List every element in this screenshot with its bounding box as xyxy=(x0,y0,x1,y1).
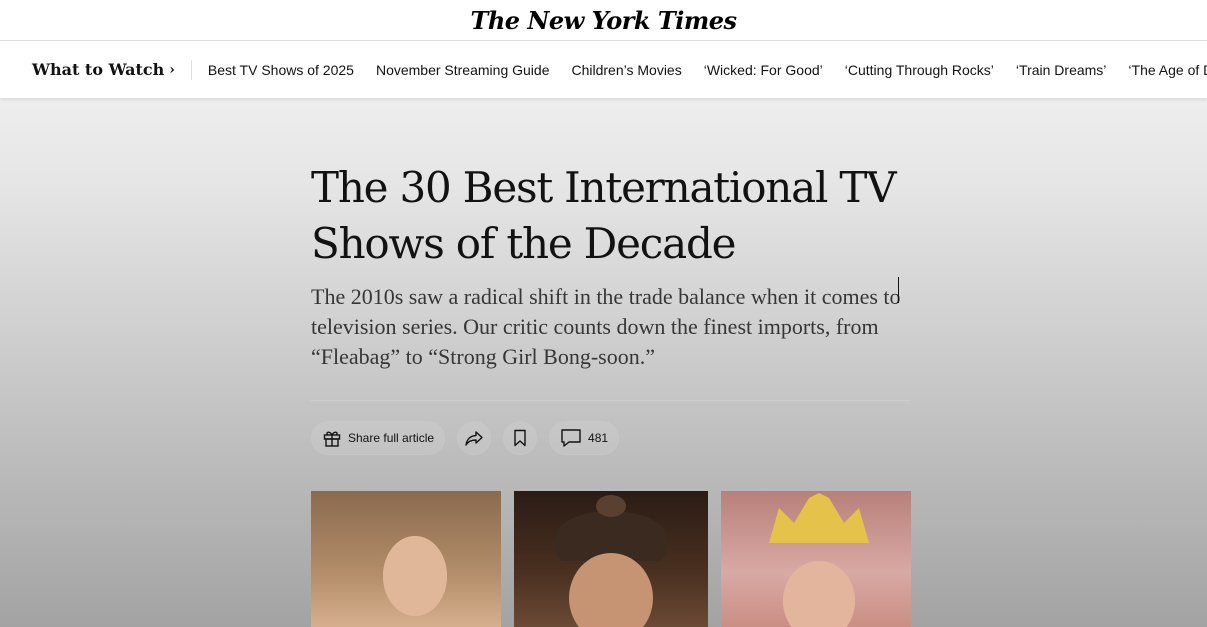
subnav-link-november-streaming[interactable]: November Streaming Guide xyxy=(376,62,550,78)
lead-image-historical-drama xyxy=(514,491,708,627)
share-arrow-icon xyxy=(464,429,484,447)
subnav-link-cutting-through-rocks[interactable]: ‘Cutting Through Rocks’ xyxy=(845,62,994,78)
subnav-link-childrens-movies[interactable]: Children’s Movies xyxy=(571,62,681,78)
nyt-logo[interactable]: The New York Times xyxy=(471,6,738,35)
share-full-article-label: Share full article xyxy=(348,431,435,445)
subnav-link-age-of-disclosure[interactable]: ‘The Age of Disclosure’ xyxy=(1128,62,1207,78)
share-button[interactable] xyxy=(457,421,492,455)
subnav-link-wicked[interactable]: ‘Wicked: For Good’ xyxy=(704,62,823,78)
what-to-watch-link[interactable]: What to Watch › xyxy=(32,59,192,80)
article-toolbar: Share full article 481 xyxy=(311,421,911,455)
subnav-links: Best TV Shows of 2025 November Streaming… xyxy=(208,62,1207,78)
article-header: The 30 Best International TV Shows of th… xyxy=(311,160,911,455)
subnav-title-label: What to Watch xyxy=(32,59,165,79)
subnav-link-best-tv-2025[interactable]: Best TV Shows of 2025 xyxy=(208,62,354,78)
save-button[interactable] xyxy=(503,421,538,455)
article-headline: The 30 Best International TV Shows of th… xyxy=(311,163,897,268)
lead-image-crowned-man xyxy=(721,491,911,627)
article-summary: The 2010s saw a radical shift in the tra… xyxy=(311,284,901,369)
share-full-article-button[interactable]: Share full article xyxy=(311,421,446,455)
comments-count: 481 xyxy=(588,431,609,445)
text-cursor xyxy=(898,277,899,303)
gift-icon xyxy=(322,428,342,448)
subnav-link-train-dreams[interactable]: ‘Train Dreams’ xyxy=(1016,62,1107,78)
lead-image-killing-eve xyxy=(311,491,501,627)
lead-image-strip xyxy=(311,491,911,627)
comments-button[interactable]: 481 xyxy=(549,421,620,455)
divider xyxy=(311,400,911,401)
section-subnav: What to Watch › Best TV Shows of 2025 No… xyxy=(0,41,1207,98)
bookmark-icon xyxy=(513,429,527,447)
masthead: The New York Times xyxy=(0,0,1207,41)
comment-bubble-icon xyxy=(560,428,582,448)
chevron-right-icon: › xyxy=(169,61,175,78)
